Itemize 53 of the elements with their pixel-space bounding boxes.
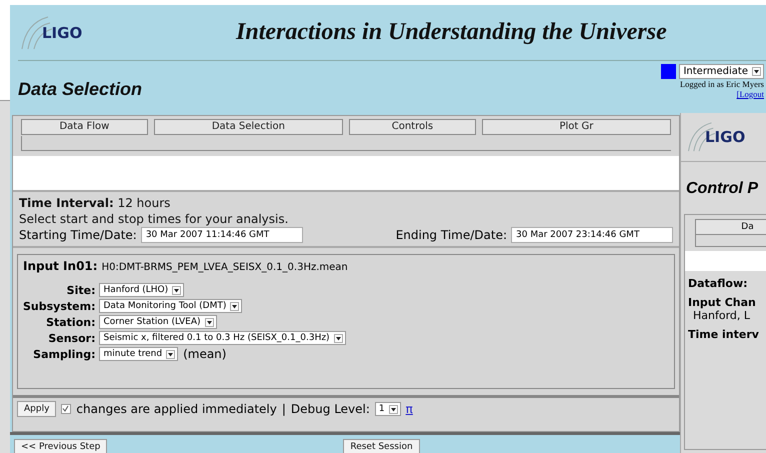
logo-text: LIGO — [705, 128, 746, 146]
field-label: Sampling: — [32, 348, 96, 360]
section-heading: Time interv — [688, 328, 760, 341]
suffix-text: (mean) — [183, 347, 226, 361]
logo-text: LIGO — [42, 24, 82, 42]
time-interval-text: Time Interval: 12 hours — [19, 196, 170, 210]
apply-button[interactable]: Apply — [17, 401, 56, 417]
end-date-field[interactable]: 30 Mar 2007 23:14:46 GMT — [511, 227, 673, 243]
nav-button[interactable]: << Previous Step — [14, 439, 108, 453]
pi-link[interactable]: π — [406, 402, 413, 416]
color-swatch — [661, 64, 676, 79]
dropdown-arrow-icon — [752, 67, 761, 76]
dropdown[interactable]: Data Monitoring Tool (DMT) — [99, 299, 242, 313]
checkbox[interactable] — [61, 404, 72, 414]
debug-dropdown[interactable]: 1 — [374, 402, 401, 416]
tab[interactable]: Plot Gr — [482, 119, 671, 135]
instruction-text: Select start and stop times for your analysis. — [19, 211, 290, 227]
page-title: Data Selection — [18, 79, 142, 101]
input-label: Input In01: — [23, 259, 98, 273]
channel-name: H0:DMT-BRMS_PEM_LVEA_SEISX_0.1_0.3Hz.mean — [102, 262, 348, 273]
tab[interactable]: Controls — [349, 119, 476, 135]
field-label: Station: — [45, 316, 96, 328]
dropdown[interactable]: Corner Station (LVEA) — [99, 315, 217, 329]
section-heading: Input Chan — [688, 296, 757, 309]
dropdown[interactable]: Hanford (LHO) — [99, 283, 184, 297]
site-title: Interactions in Understanding the Universe — [236, 19, 667, 46]
separator-text: | — [282, 402, 286, 416]
checkbox-label: changes are applied immediately — [76, 402, 277, 416]
level-dropdown[interactable]: Intermediate — [679, 64, 764, 79]
tab[interactable]: Data Selection — [154, 119, 343, 135]
tab[interactable]: Da — [695, 219, 766, 235]
field-label: Site: — [66, 284, 96, 296]
section-text: Hanford, L — [693, 309, 752, 322]
login-text: Logged in as Eric Myers — [680, 79, 764, 89]
dropdown-arrow-icon — [334, 334, 343, 342]
dropdown-arrow-icon — [166, 350, 176, 358]
nav-button[interactable]: Reset Session — [343, 439, 420, 453]
start-label: Starting Time/Date: — [19, 228, 137, 242]
dropdown-arrow-icon — [388, 404, 398, 414]
dropdown[interactable]: Seismic x, filtered 0.1 to 0.3 Hz (SEISX_0.1_0.3Hz) — [99, 331, 346, 345]
dropdown-arrow-icon — [204, 318, 214, 326]
tab[interactable]: Data Flow — [21, 119, 148, 135]
field-label: Sensor: — [47, 332, 96, 344]
dropdown-arrow-icon — [172, 286, 182, 294]
debug-label: Debug Level: — [290, 402, 370, 416]
dropdown-arrow-icon — [230, 302, 240, 310]
section-heading: Dataflow: — [688, 277, 749, 290]
page-title: Control P — [685, 179, 759, 199]
logout-link[interactable]: [Logout — [736, 89, 764, 99]
start-date-field[interactable]: 30 Mar 2007 11:14:46 GMT — [140, 227, 303, 243]
field-label: Subsystem: — [23, 300, 96, 312]
end-label: Ending Time/Date: — [396, 228, 507, 242]
dropdown[interactable]: minute trend — [99, 347, 178, 361]
